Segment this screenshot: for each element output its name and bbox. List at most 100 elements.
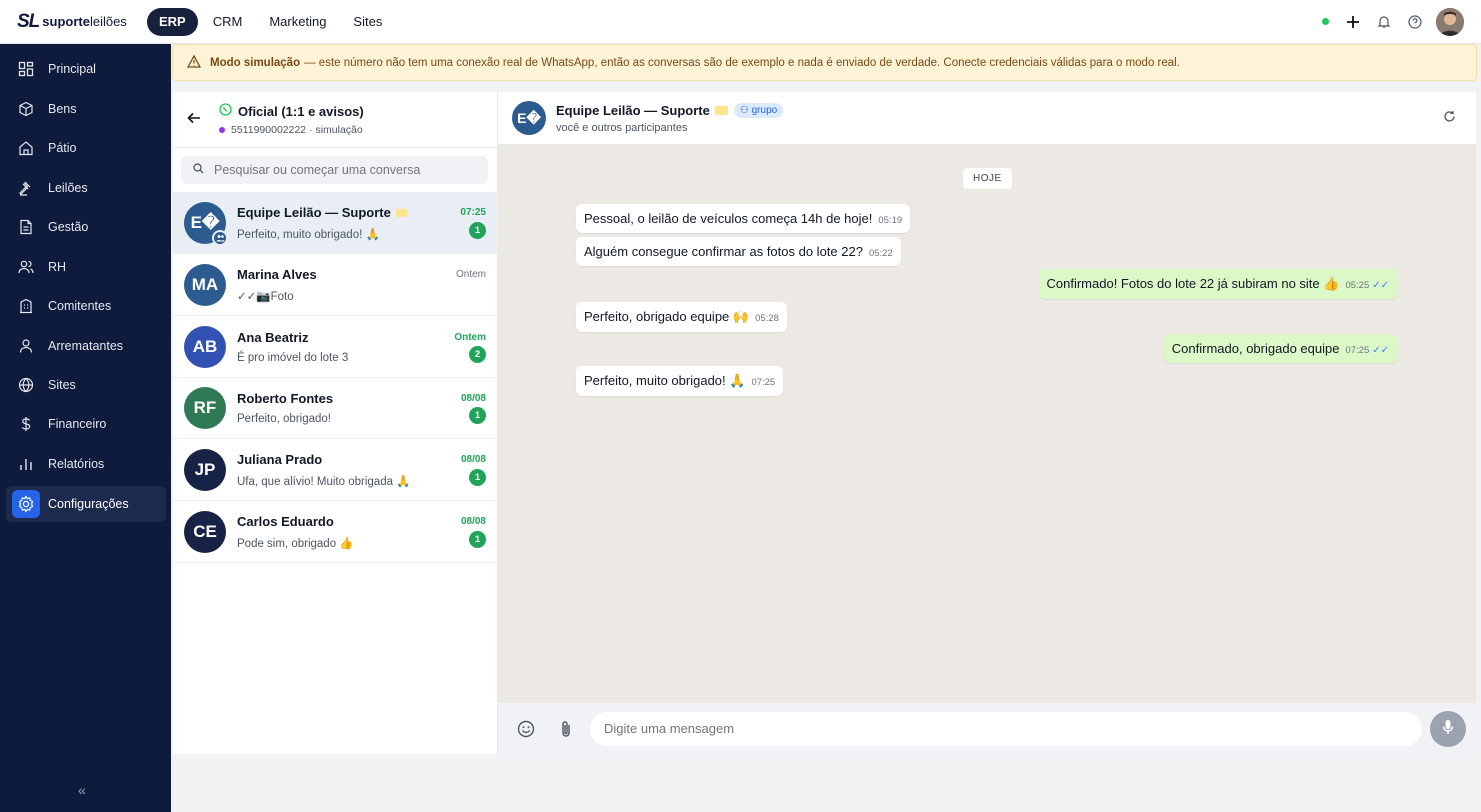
sidebar-item-label: Bens xyxy=(48,102,77,116)
message-preview: É pro imóvel do lote 3 xyxy=(237,351,349,364)
unread-badge: 2 xyxy=(469,345,486,363)
group-badge: ⚇ grupo xyxy=(733,102,784,118)
message-preview: ✓✓📷Foto xyxy=(237,290,294,303)
logo-mark: SL xyxy=(17,10,40,32)
banner-text: — este número não tem uma conexão real d… xyxy=(304,56,1180,69)
back-arrow-icon[interactable] xyxy=(187,110,211,130)
sidebar-item-bens[interactable]: Bens xyxy=(6,91,166,127)
message-time: Ontem xyxy=(454,331,486,343)
group-icon xyxy=(212,229,228,246)
contact-name: Marina Alves xyxy=(237,266,317,282)
mic-button[interactable] xyxy=(1430,710,1466,747)
message-time: 05:25 xyxy=(1345,280,1370,291)
logo[interactable]: SL suporteleilões xyxy=(17,11,142,33)
warning-icon xyxy=(186,54,202,71)
message-time: 05:22 xyxy=(868,248,893,259)
inbox-header: Oficial (1:1 e avisos) 5511990002222 · s… xyxy=(173,92,497,148)
avatar: E� xyxy=(184,201,228,246)
sidebar-item-comitentes[interactable]: Comitentes xyxy=(6,288,166,324)
chat-avatar[interactable]: E� xyxy=(512,101,546,135)
sidebar-item-principal[interactable]: Principal xyxy=(6,51,166,87)
sidebar-item-arrematantes[interactable]: Arrematantes xyxy=(6,328,166,364)
sidebar-item-financeiro[interactable]: Financeiro xyxy=(6,406,166,442)
conversation-item[interactable]: AB Ana Beatriz Ontem É pro imóvel do lote… xyxy=(173,316,498,378)
user-avatar[interactable] xyxy=(1436,7,1464,36)
conversation-item[interactable]: JP Juliana Prado 08/08 Ufa, que alívio! M… xyxy=(173,439,498,501)
sidebar-item-label: Configurações xyxy=(48,497,129,511)
avatar: AB xyxy=(184,325,226,368)
sidebar-item-rh[interactable]: RH xyxy=(6,249,166,285)
message-preview: Ufa, que alívio! Muito obrigada 🙏 xyxy=(237,475,411,488)
message-time: 08/08 xyxy=(460,392,486,404)
message-text: Confirmado! Fotos do lote 22 já subiram … xyxy=(1046,276,1340,291)
group-icon: ⚇ xyxy=(739,104,752,116)
box-icon xyxy=(12,95,40,123)
search-input[interactable] xyxy=(214,163,474,177)
sidebar-item-sites[interactable]: Sites xyxy=(6,367,166,403)
globe-icon xyxy=(12,371,40,399)
gavel-icon xyxy=(12,174,40,202)
sidebar-item-patio[interactable]: Pátio xyxy=(6,130,166,166)
sidebar-item-label: RH xyxy=(48,260,67,274)
mic-icon xyxy=(1442,719,1454,738)
conversation-item[interactable]: E� Equipe Leilão — Suporte 07:25 Perfeit… xyxy=(173,192,498,254)
tag-emoji-icon xyxy=(396,208,408,217)
top-actions xyxy=(1322,7,1464,36)
chat-info[interactable]: Equipe Leilão — Suporte ⚇ grupo você e o… xyxy=(556,102,784,134)
chat-name: Equipe Leilão — Suporte ⚇ grupo xyxy=(556,102,784,118)
read-checkmark-icon: ✓✓ xyxy=(1372,280,1389,291)
conversation-item[interactable]: RF Roberto Fontes 08/08 Perfeito, obrigad… xyxy=(173,377,498,439)
tab-crm[interactable]: CRM xyxy=(201,8,255,36)
conversation-item[interactable]: MA Marina Alves Ontem ✓✓📷Foto xyxy=(173,254,498,316)
sidebar-item-relatorios[interactable]: Relatórios xyxy=(6,446,166,482)
tab-erp[interactable]: ERP xyxy=(147,7,198,36)
online-status-dot xyxy=(1322,18,1329,25)
avatar: MA xyxy=(184,263,226,306)
sidebar-item-label: Relatórios xyxy=(48,457,105,471)
sidebar-item-label: Leilões xyxy=(48,181,88,195)
bell-icon[interactable] xyxy=(1374,12,1394,32)
logo-text: suporteleilões xyxy=(42,14,127,29)
message-input[interactable] xyxy=(604,721,1404,736)
gear-icon xyxy=(12,490,40,518)
composer xyxy=(498,703,1476,754)
refresh-icon[interactable] xyxy=(1443,110,1456,126)
message-text: Confirmado, obrigado equipe xyxy=(1171,341,1340,356)
avatar: RF xyxy=(184,386,226,429)
inbox-subtitle: 5511990002222 · simulação xyxy=(219,124,364,136)
document-icon xyxy=(12,213,40,241)
tab-marketing[interactable]: Marketing xyxy=(257,8,338,36)
sidebar-item-label: Pátio xyxy=(48,141,77,155)
message-time: 07:25 xyxy=(751,377,776,388)
message-time: 07:25 xyxy=(460,206,486,218)
whatsapp-icon xyxy=(219,103,232,119)
message-time: Ontem xyxy=(455,268,486,280)
message-time: 07:25 xyxy=(1345,345,1370,356)
message-time: 05:28 xyxy=(755,313,779,324)
contact-name: Juliana Prado xyxy=(237,451,323,467)
conversation-item[interactable]: CE Carlos Eduardo 08/08 Pode sim, obrigad… xyxy=(173,501,498,563)
sidebar-item-configuracoes[interactable]: Configurações xyxy=(6,486,166,522)
attach-icon[interactable] xyxy=(554,717,578,741)
contact-name: Ana Beatriz xyxy=(237,329,309,345)
conversation-list-panel: Oficial (1:1 e avisos) 5511990002222 · s… xyxy=(173,92,498,754)
home-icon xyxy=(12,134,40,162)
search-box xyxy=(181,156,488,184)
sidebar-item-leiloes[interactable]: Leilões xyxy=(6,170,166,206)
grid-icon xyxy=(12,55,40,83)
tab-sites[interactable]: Sites xyxy=(341,8,394,36)
help-icon[interactable] xyxy=(1405,12,1425,32)
sidebar-item-label: Financeiro xyxy=(48,417,107,431)
message-bubble-incoming: Pessoal, o leilão de veículos começa 14h… xyxy=(576,204,911,233)
avatar: JP xyxy=(184,448,226,491)
plus-icon[interactable] xyxy=(1343,12,1363,32)
read-checkmark-icon: ✓✓ xyxy=(1372,345,1389,356)
chat-subtitle: você e outros participantes xyxy=(556,121,688,134)
day-separator: HOJE xyxy=(963,168,1012,189)
top-nav: ERP CRM Marketing Sites xyxy=(147,7,397,36)
message-time: 05:19 xyxy=(878,215,903,226)
emoji-icon[interactable] xyxy=(514,717,538,741)
collapse-sidebar-icon[interactable]: « xyxy=(78,782,86,798)
sidebar-item-gestao[interactable]: Gestão xyxy=(6,209,166,245)
dollar-icon xyxy=(12,410,40,438)
